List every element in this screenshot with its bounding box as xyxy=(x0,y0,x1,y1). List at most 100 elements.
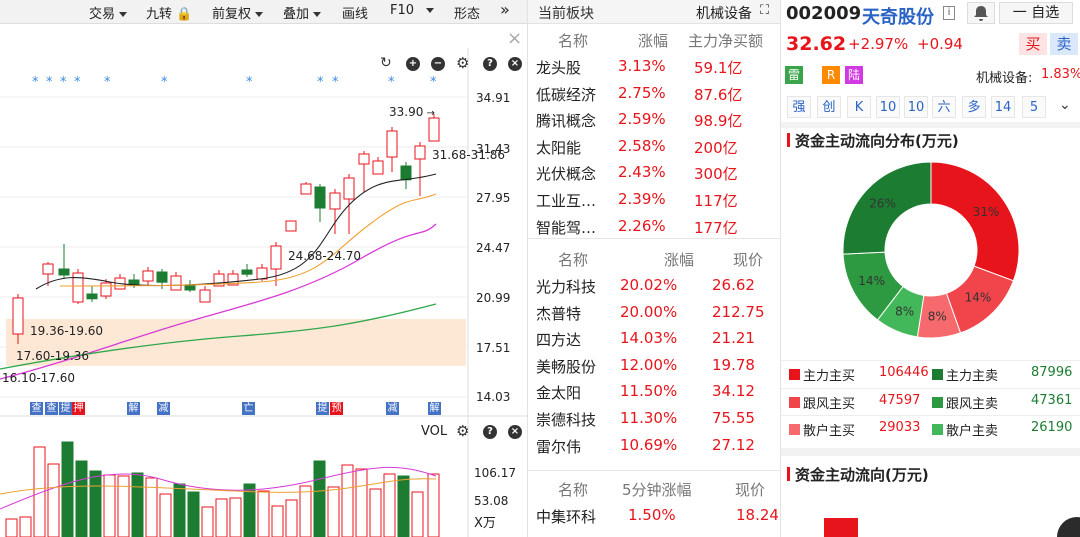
event-mark[interactable]: 押 xyxy=(72,402,85,415)
expand-icon[interactable]: ⛶ xyxy=(760,3,769,18)
stock-tag[interactable]: 雷 xyxy=(785,66,803,84)
close-chart-icon[interactable]: × xyxy=(508,57,522,71)
volume-bar xyxy=(341,464,354,537)
event-mark[interactable]: 亡 xyxy=(242,402,255,415)
candle-body xyxy=(372,160,384,175)
volume-bar xyxy=(89,470,102,537)
event-mark[interactable]: 减 xyxy=(386,402,399,415)
sell-button[interactable]: 卖 xyxy=(1050,33,1078,55)
col-chg: 5分钟涨幅 xyxy=(622,481,692,499)
vol-help-icon[interactable]: ? xyxy=(483,425,497,439)
volume-bar xyxy=(19,516,32,537)
volume-bar xyxy=(327,486,340,537)
watchlist-button[interactable]: 一 自选 xyxy=(999,2,1073,24)
sector-row[interactable]: 低碳经济 2.75% 87.6亿 xyxy=(528,82,780,108)
vol-tick: 106.17 xyxy=(474,466,516,480)
industry-pct: 1.83% xyxy=(1041,67,1080,82)
adjust-menu[interactable]: 前复权 xyxy=(212,3,264,22)
trade-menu[interactable]: 交易 xyxy=(89,3,128,22)
event-mark[interactable]: 查 xyxy=(45,402,58,415)
event-mark[interactable]: 提 xyxy=(316,402,329,415)
buy-button[interactable]: 买 xyxy=(1019,33,1047,55)
chevron-down-icon[interactable]: ⌄ xyxy=(1059,97,1071,113)
candle-body xyxy=(329,192,341,210)
signal-star: * xyxy=(161,75,168,90)
zoom-out-icon[interactable]: − xyxy=(431,57,445,71)
event-mark[interactable]: 解 xyxy=(428,402,441,415)
gainer-row[interactable]: 杰普特 20.00% 212.75 xyxy=(528,301,780,327)
gainer-row[interactable]: 雷尔伟 10.69% 27.12 xyxy=(528,434,780,460)
col-price: 现价 xyxy=(733,251,764,269)
f10-menu[interactable]: F10 xyxy=(390,3,435,18)
gainer-row-price: 26.62 xyxy=(712,276,755,294)
sector-row[interactable]: 腾讯概念 2.59% 98.9亿 xyxy=(528,108,780,134)
gainer-row[interactable]: 金太阳 11.50% 34.12 xyxy=(528,380,780,406)
quick-filter-button[interactable]: 强 xyxy=(787,96,811,118)
donut-label: 14% xyxy=(965,291,992,305)
help-icon[interactable]: ? xyxy=(483,57,497,71)
kline-svg: * * * * * * * * * * * xyxy=(0,48,527,537)
vol-settings-icon[interactable]: ⚙ xyxy=(456,422,469,440)
expand-icon[interactable]: » xyxy=(500,0,510,19)
sector-row[interactable]: 智能驾… 2.26% 177亿 xyxy=(528,215,780,241)
candle-body xyxy=(428,117,440,142)
sector-row-chg: 2.26% xyxy=(618,216,666,235)
price-tick: 24.47 xyxy=(476,241,511,255)
ma-line xyxy=(35,173,437,290)
legend-swatch xyxy=(789,396,800,408)
sector-row[interactable]: 光伏概念 2.43% 300亿 xyxy=(528,161,780,187)
current-sector-label: 当前板块 xyxy=(538,6,594,22)
volume-bar xyxy=(397,475,410,537)
volume-bar xyxy=(355,468,368,537)
sector-row-name: 智能驾… xyxy=(536,218,597,237)
price-tick: 14.03 xyxy=(476,390,511,404)
fivemin-row[interactable]: 中集环科 1.50% 18.24 xyxy=(528,504,780,530)
quick-filter-button[interactable]: 创 xyxy=(817,96,841,118)
sector-row[interactable]: 龙头股 3.13% 59.1亿 xyxy=(528,55,780,81)
quick-filter-button[interactable]: 六 xyxy=(932,96,956,118)
gainer-row-price: 75.55 xyxy=(712,409,755,427)
sector-row-chg: 2.75% xyxy=(618,83,666,102)
refresh-icon[interactable]: ↻ xyxy=(380,55,392,71)
stock-tag[interactable]: 陆 xyxy=(845,66,863,84)
float-button[interactable] xyxy=(1057,517,1080,537)
settings-icon[interactable]: ⚙ xyxy=(456,54,469,72)
alert-bell-icon[interactable] xyxy=(967,2,995,24)
event-mark[interactable]: 提 xyxy=(59,402,72,415)
gainer-row[interactable]: 光力科技 20.02% 26.62 xyxy=(528,274,780,300)
nine-turn-menu[interactable]: 九转 🔒 xyxy=(146,3,192,22)
sector-row[interactable]: 太阳能 2.58% 200亿 xyxy=(528,135,780,161)
event-mark[interactable]: 减 xyxy=(157,402,170,415)
stock-tag[interactable]: R xyxy=(822,66,840,84)
pattern-button[interactable]: 形态 xyxy=(454,3,480,22)
quick-filter-button[interactable]: 5 xyxy=(1022,96,1046,118)
sector-row-amt: 200亿 xyxy=(694,138,738,157)
event-mark[interactable]: 解 xyxy=(127,402,140,415)
last-range-annotation: 31.68-31.86 xyxy=(432,148,506,162)
gainer-row[interactable]: 崇德科技 11.30% 75.55 xyxy=(528,407,780,433)
vol-close-icon[interactable]: × xyxy=(508,425,522,439)
sector-row-amt: 87.6亿 xyxy=(694,85,743,104)
gainer-row[interactable]: 美畅股份 12.00% 19.78 xyxy=(528,354,780,380)
candle-body xyxy=(199,289,211,303)
info-icon[interactable]: i xyxy=(943,6,955,20)
candle-body xyxy=(170,275,182,291)
quick-filter-button[interactable]: 多 xyxy=(962,96,986,118)
donut-label: 31% xyxy=(973,205,1000,219)
sector-row-name: 工业互… xyxy=(536,192,597,210)
event-mark[interactable]: 查 xyxy=(30,402,43,415)
quick-filter-button[interactable]: 10 xyxy=(876,96,900,118)
stock-pct: +2.97% xyxy=(848,35,909,53)
sector-row[interactable]: 工业互… 2.39% 117亿 xyxy=(528,188,780,214)
gainer-row[interactable]: 四方达 14.03% 21.21 xyxy=(528,327,780,353)
stock-name[interactable]: 天奇股份 xyxy=(862,3,934,29)
sector-row-amt: 177亿 xyxy=(694,218,738,237)
quick-filter-button[interactable]: K xyxy=(847,96,871,118)
sector-name[interactable]: 机械设备 xyxy=(696,3,752,23)
quick-filter-button[interactable]: 14 xyxy=(991,96,1015,118)
zoom-in-icon[interactable]: + xyxy=(406,57,420,71)
draw-button[interactable]: 画线 xyxy=(342,3,368,22)
quick-filter-button[interactable]: 10 xyxy=(904,96,928,118)
event-mark[interactable]: 预 xyxy=(330,402,343,415)
overlay-menu[interactable]: 叠加 xyxy=(283,3,322,22)
